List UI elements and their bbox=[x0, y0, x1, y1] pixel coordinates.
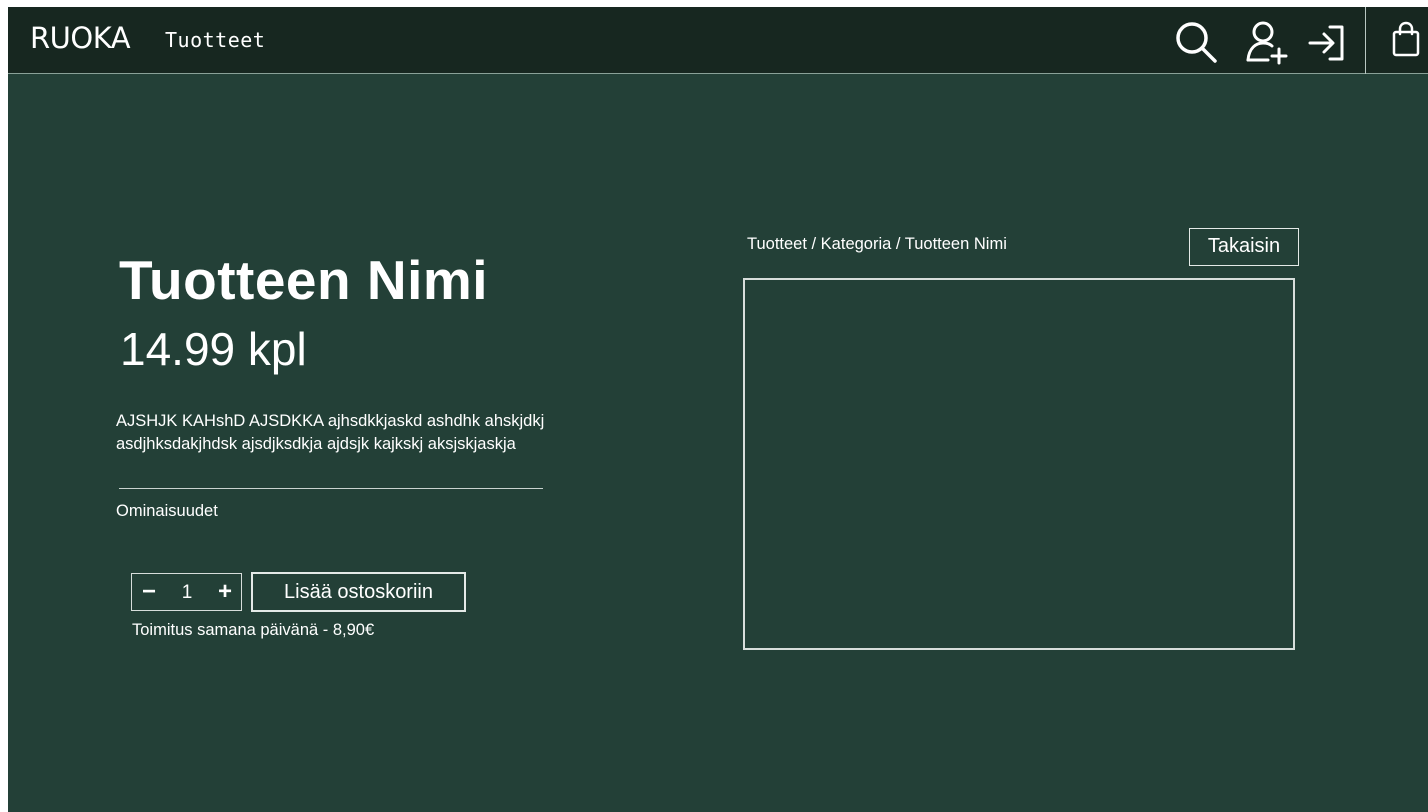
user-add-icon[interactable] bbox=[1243, 19, 1289, 65]
section-divider bbox=[119, 488, 543, 489]
decrease-quantity-button[interactable]: − bbox=[136, 578, 162, 606]
login-icon[interactable] bbox=[1304, 19, 1350, 65]
increase-quantity-button[interactable]: + bbox=[212, 578, 238, 606]
shopping-bag-icon[interactable] bbox=[1391, 21, 1421, 57]
product-image-placeholder bbox=[743, 278, 1295, 650]
product-title: Tuotteen Nimi bbox=[119, 249, 489, 311]
delivery-info: Toimitus samana päivänä - 8,90€ bbox=[132, 621, 375, 639]
quantity-stepper: − 1 + bbox=[131, 573, 242, 611]
product-description: AJSHJK KAHshD AJSDKKA ajhsdkkjaskd ashdh… bbox=[116, 412, 545, 453]
product-price: 14.99 kpl bbox=[120, 323, 307, 375]
add-to-cart-button[interactable]: Lisää ostoskoriin bbox=[251, 572, 466, 612]
features-link[interactable]: Ominaisuudet bbox=[116, 502, 218, 521]
site-logo[interactable]: RUOKA bbox=[30, 21, 131, 55]
nav-link-products[interactable]: Tuotteet bbox=[165, 28, 265, 52]
quantity-value[interactable]: 1 bbox=[172, 582, 202, 604]
back-button[interactable]: Takaisin bbox=[1189, 228, 1299, 266]
header-divider bbox=[1365, 7, 1366, 74]
page-frame: RUOKA Tuotteet Tuotteen Nimi 14.99 kpl A… bbox=[8, 7, 1428, 812]
breadcrumb[interactable]: Tuotteet / Kategoria / Tuotteen Nimi bbox=[747, 235, 1007, 254]
search-icon[interactable] bbox=[1173, 19, 1219, 65]
top-navigation-bar: RUOKA Tuotteet bbox=[8, 7, 1428, 74]
